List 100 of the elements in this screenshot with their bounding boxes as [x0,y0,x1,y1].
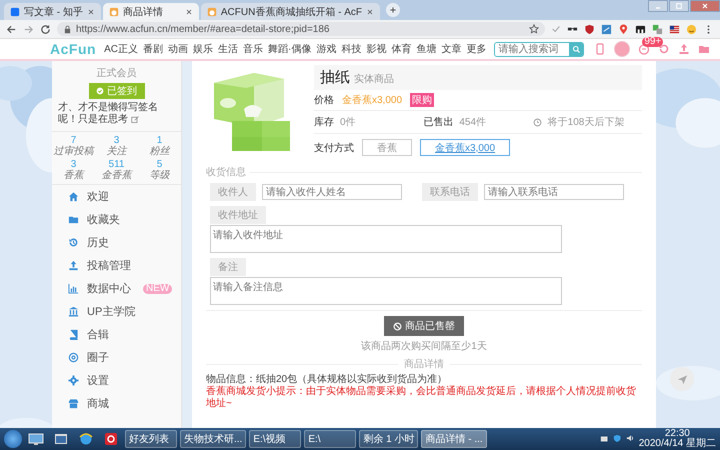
back-icon[interactable] [6,24,17,34]
clock-date: 2020/4/14 星期二 [638,439,716,449]
new-tab-button[interactable] [386,3,400,17]
taskbar-window[interactable]: 失物技术研... [180,430,246,448]
nav-link[interactable]: 游戏 [316,42,336,56]
history-icon[interactable] [658,43,670,55]
checkmark-icon[interactable] [551,24,561,34]
nav-link[interactable]: 生活 [218,42,238,56]
upload-icon [68,260,79,271]
field-label: 价格 [314,94,334,107]
map-pin-icon[interactable] [618,24,629,34]
folder-icon[interactable] [698,43,710,55]
search-field[interactable]: 请输入搜索词 [494,42,584,56]
nav-link[interactable]: 鱼塘 [416,42,436,56]
field-label: 收件人 [210,183,256,201]
product-tag: 实体商品 [354,72,394,86]
square-icon [10,6,20,16]
purchase-hint: 该商品两次购买间隔至少1天 [361,340,487,353]
nav-link[interactable]: AC正义 [104,42,138,56]
reload-icon[interactable] [40,24,51,34]
close-icon [86,8,95,16]
check-circle-icon [96,87,104,95]
taskbar-window[interactable]: E:\ [304,430,356,448]
flag-icon[interactable] [669,24,680,34]
close-icon [701,2,709,10]
taskbar-window[interactable]: 剩余 1 小时 [359,430,418,448]
section-heading: 收货信息 [206,166,246,179]
stat-label: 金香蕉 [102,170,132,181]
notification-badge: 99+ [642,37,664,47]
input-field[interactable]: 请输入备注信息 [210,277,562,305]
taskbar-window[interactable]: 好友列表 [125,430,177,448]
nav-link[interactable]: 科技 [341,42,362,56]
minimize-button[interactable] [648,0,668,12]
nav-link[interactable]: 番剧 [142,42,163,56]
upload-icon[interactable] [678,43,690,55]
nav-link[interactable]: 文章 [441,42,462,56]
nav-link[interactable]: 影视 [366,42,386,56]
product-title: 抽纸 [320,68,350,87]
browser-tab[interactable]: ACFUN香蕉商城抽纸开箱 - AcF [200,3,380,20]
price-badge: 限购 [410,93,434,107]
history-icon [68,237,79,248]
input-field[interactable]: 请输入联系电话 [484,184,624,200]
close-button[interactable] [690,0,720,12]
clock-icon [532,118,542,126]
phone-icon[interactable] [594,43,606,55]
nav-link[interactable]: 舞蹈·偶像 [268,42,312,56]
sold-out-button[interactable]: 商品已售罄 [384,316,464,336]
nav-link[interactable]: 动画 [168,42,188,56]
shield-icon[interactable] [584,24,595,34]
taskbar-window[interactable]: E:\视频 [249,430,302,448]
gear-icon [68,375,79,386]
nav-link[interactable]: 音乐 [242,42,263,56]
sidebar-item[interactable]: 商城 [52,392,181,415]
sidebar-item[interactable]: 设置 [52,369,181,392]
stat-label: 香蕉 [64,170,84,181]
shop-icon [68,398,79,409]
sidebar-item[interactable]: UP主学院 [52,300,181,323]
sidebar-item[interactable]: 历史 [52,231,181,254]
bank-icon [68,306,79,317]
start-button[interactable] [4,430,22,448]
sidebar-item[interactable]: 合辑 [52,323,181,346]
forward-icon[interactable] [23,24,34,34]
home-icon [68,191,79,202]
browser-tab[interactable]: 写文章 - 知乎 [4,3,101,20]
stat-label: 过审投稿 [54,146,94,157]
stat-label: 等级 [150,170,170,181]
monitor-icon [28,432,44,446]
field-label: 已售出 [423,116,454,129]
sidebar-item[interactable]: 圈子 [52,346,181,369]
sidebar-item[interactable]: 投稿管理 [52,254,181,277]
product-info: 物品信息：纸抽20包（具体规格以实际收到货品为准） [206,374,448,386]
address-bar[interactable]: https://www.acfun.cn/member/#area=detail-store;pid=186 [57,22,545,36]
nav-link[interactable]: 更多 [466,42,486,56]
input-field[interactable]: 请输入收件地址 [210,225,562,253]
payment-option[interactable]: 金香蕉x3,000 [420,139,510,156]
paper-plane-icon [676,374,688,384]
emoji-icon[interactable] [686,24,697,34]
ban-icon [393,322,402,330]
stock-value: 0件 [340,116,356,129]
close-icon [366,8,374,16]
edit-icon [130,114,140,124]
field-label: 备注 [210,258,246,276]
stat-label: 关注 [106,146,126,157]
nav-link[interactable]: 体育 [391,42,412,56]
sidebar-item[interactable]: 欢迎 [52,185,181,208]
plus-icon [389,6,397,14]
sidebar-item[interactable]: 数据中心 NEW [52,277,181,300]
maximize-button[interactable] [669,0,689,12]
search-icon[interactable] [572,44,581,54]
taskbar-window[interactable]: 商品详情 - ... [421,430,487,448]
sidebar-item[interactable]: 收藏夹 [52,208,181,231]
new-badge: NEW [143,284,172,294]
sold-value: 454件 [459,116,486,129]
star-icon[interactable] [529,24,539,34]
member-level: 正式会员 [96,66,136,80]
field-label: 联系电话 [422,183,478,201]
input-field[interactable]: 请输入收件人姓名 [262,184,402,200]
nav-link[interactable]: 娱乐 [192,42,213,56]
browser-tab[interactable]: 商品详情 [102,3,199,20]
field-label: 库存 [314,116,334,129]
